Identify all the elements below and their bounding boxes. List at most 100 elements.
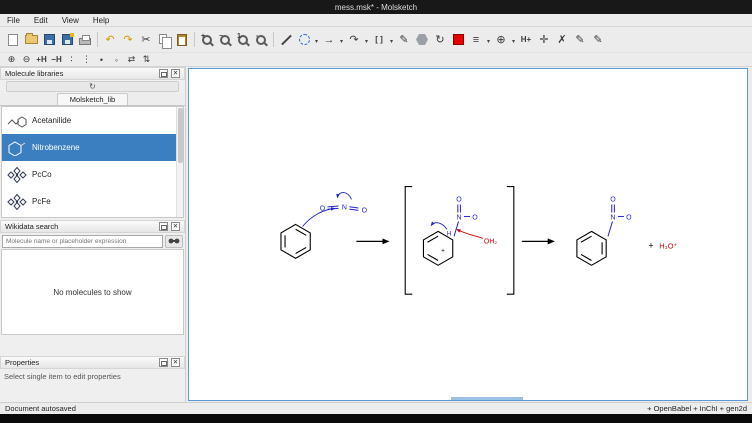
library-item-acetanilide[interactable]: Acetanilide (2, 107, 183, 134)
properties-close-icon[interactable]: ✕ (171, 358, 180, 367)
remove-hydrogen-icon[interactable]: −H (49, 54, 64, 66)
atom-label: N (610, 214, 615, 221)
libraries-float-icon[interactable] (159, 69, 168, 78)
color-picker-icon[interactable] (449, 31, 467, 49)
hydrogen-tool-icon[interactable]: H+ (517, 31, 535, 49)
print-icon[interactable] (76, 31, 94, 49)
hydronium-label[interactable]: H₃O⁺ (659, 241, 677, 250)
menu-edit[interactable]: Edit (27, 14, 55, 26)
charge-tool-icon[interactable]: ⊕ (492, 31, 510, 49)
remove-radical-icon[interactable]: ◦ (109, 54, 124, 66)
attack-curved-arrow[interactable] (303, 208, 335, 226)
edit-tool-icon[interactable]: ✎ (571, 31, 589, 49)
line-width-dropdown[interactable]: ▾ (485, 31, 492, 49)
wikidata-close-icon[interactable]: ✕ (171, 222, 180, 231)
atom-label: O (456, 197, 462, 204)
scrollbar-thumb[interactable] (178, 108, 183, 163)
atom-label: O (626, 214, 632, 221)
document-icon (8, 34, 18, 46)
mechanism-tool-icon[interactable]: ✎ (395, 31, 413, 49)
no-molecules-text: No molecules to show (53, 288, 131, 297)
line-width-icon[interactable]: ≡ (467, 31, 485, 49)
bottom-strip (0, 414, 752, 423)
lasso-select-tool-icon[interactable] (295, 31, 313, 49)
library-item-label: PcCo (32, 170, 52, 179)
title-bar[interactable]: mess.msk* - Molsketch (0, 0, 752, 14)
tab-molsketch-lib[interactable]: Molsketch_lib (57, 93, 128, 105)
bracket-tool-icon[interactable]: [ ] (370, 31, 388, 49)
wikidata-search-button[interactable] (165, 235, 183, 248)
libraries-close-icon[interactable]: ✕ (171, 69, 180, 78)
move-tool-icon[interactable]: ✛ (535, 31, 553, 49)
canvas-hscrollbar-thumb[interactable] (451, 397, 523, 400)
properties-float-icon[interactable] (159, 358, 168, 367)
curved-arrow-dropdown[interactable]: ▾ (363, 31, 370, 49)
add-hydrogen-icon[interactable]: +H (34, 54, 49, 66)
bracket-dropdown[interactable]: ▾ (388, 31, 395, 49)
delete-tool-icon[interactable]: ✗ (553, 31, 571, 49)
flip-vertical-icon[interactable]: ⇅ (139, 54, 154, 66)
charge-plus-icon[interactable]: ⊕ (4, 54, 19, 66)
charge-dropdown[interactable]: ▾ (510, 31, 517, 49)
paste-icon[interactable] (173, 31, 191, 49)
library-item-nitrobenzene[interactable]: Nitrobenzene (2, 134, 183, 161)
charge-minus-icon[interactable]: ⊖ (19, 54, 34, 66)
charge-label: + (441, 247, 445, 254)
left-bracket[interactable] (405, 187, 412, 295)
library-scrollbar[interactable] (176, 107, 183, 217)
hydrogen-label: H (447, 230, 452, 237)
hexagon-icon (416, 34, 428, 45)
redo-icon[interactable]: ↷ (119, 31, 137, 49)
cut-icon[interactable]: ✂ (137, 31, 155, 49)
arenium-intermediate[interactable]: + N O O H OH₂ (423, 197, 497, 266)
wikidata-search-input[interactable] (2, 235, 163, 248)
zoom-fit-sign: ▫ (252, 33, 262, 40)
add-radical-icon[interactable]: • (94, 54, 109, 66)
benzene-reactant[interactable] (281, 224, 310, 258)
zoom-fit-icon[interactable]: ▫ (252, 31, 270, 49)
library-item-pcfe[interactable]: PcFe (2, 188, 183, 215)
annotate-tool-icon[interactable]: ✎ (589, 31, 607, 49)
status-plugins: + OpenBabel + InChI + gen2d (647, 404, 747, 413)
right-bracket[interactable] (507, 187, 514, 295)
remove-lone-pair-icon[interactable]: ⋮ (79, 54, 94, 66)
left-sidebar: Molecule libraries ✕ ↻ Molsketch_lib Ace… (0, 67, 186, 402)
curved-arrow[interactable] (337, 193, 351, 200)
select-tool-dropdown[interactable]: ▾ (313, 31, 320, 49)
new-file-icon[interactable] (4, 31, 22, 49)
water-curved-arrow[interactable] (457, 229, 483, 238)
save-as-icon[interactable] (58, 31, 76, 49)
wikidata-float-icon[interactable] (159, 222, 168, 231)
window-title: mess.msk* - Molsketch (335, 3, 417, 12)
template-tool-icon[interactable] (413, 31, 431, 49)
zoom-out-icon[interactable]: − (216, 31, 234, 49)
reload-library-button[interactable]: ↻ (6, 81, 179, 92)
zoom-in-icon[interactable]: + (198, 31, 216, 49)
libraries-panel-header: Molecule libraries ✕ (0, 67, 185, 80)
save-icon[interactable] (40, 31, 58, 49)
flip-horizontal-icon[interactable]: ⇄ (124, 54, 139, 66)
zoom-original-icon[interactable]: 1 (234, 31, 252, 49)
arrow-tool-dropdown[interactable]: ▾ (338, 31, 345, 49)
open-file-icon[interactable] (22, 31, 40, 49)
menu-help[interactable]: Help (86, 14, 116, 26)
add-lone-pair-icon[interactable]: ∶ (64, 54, 79, 66)
rotate-tool-icon[interactable]: ↻ (431, 31, 449, 49)
menu-file[interactable]: File (0, 14, 27, 26)
library-item-pcco[interactable]: PcCo (2, 161, 183, 188)
nitronium-ion[interactable]: O N O (320, 193, 368, 215)
rearomatization-arrow[interactable] (431, 223, 447, 230)
copy-icon[interactable] (155, 31, 173, 49)
drawing-canvas[interactable]: O N O (188, 68, 748, 401)
water-label: OH₂ (484, 238, 497, 245)
draw-bond-tool-icon[interactable] (277, 31, 295, 49)
molecule-thumbnail (7, 112, 27, 130)
menu-view[interactable]: View (55, 14, 86, 26)
nitrobenzene-product[interactable]: N O O (577, 197, 632, 266)
curved-arrow-tool-icon[interactable]: ↷ (345, 31, 363, 49)
reaction-arrow-tool-icon[interactable]: → (320, 31, 338, 49)
toolbar-separator (273, 32, 274, 47)
atom-label: O (610, 197, 616, 204)
libraries-panel-title: Molecule libraries (5, 69, 63, 78)
undo-icon[interactable]: ↶ (101, 31, 119, 49)
